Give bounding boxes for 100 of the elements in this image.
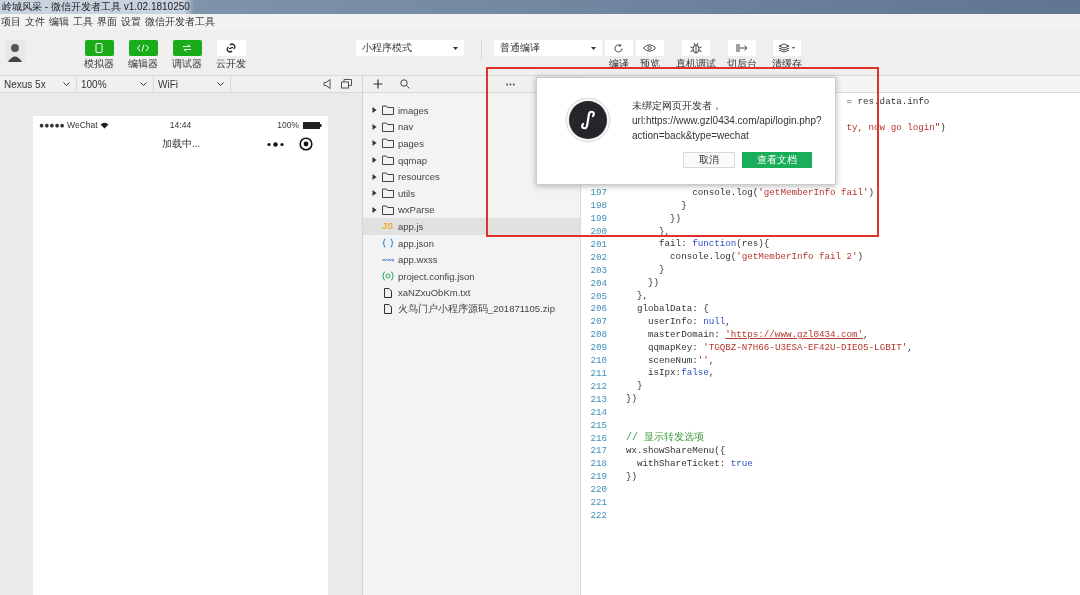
battery-icon <box>303 121 322 129</box>
file-item[interactable]: pages <box>363 135 580 152</box>
layers-icon <box>777 43 796 53</box>
eye-icon <box>643 44 656 52</box>
code-line: sceneNum:'', <box>647 354 715 367</box>
js-file-label: JS <box>382 221 394 232</box>
line-number: 213 <box>589 393 607 405</box>
mode-toggle[interactable] <box>216 40 246 56</box>
dialog-button[interactable]: 取消 <box>683 152 735 168</box>
mode-toggle[interactable] <box>84 40 114 56</box>
folder-icon <box>382 138 394 149</box>
folder-icon <box>382 171 394 182</box>
add-icon[interactable] <box>373 79 383 89</box>
dialog-message: 未绑定网页开发者， <box>632 99 723 113</box>
line-number: 207 <box>589 316 607 328</box>
compile-dropdown[interactable]: 普通编译 <box>494 40 602 56</box>
action-button[interactable] <box>604 40 633 56</box>
code-line: qqmapKey: 'TGQBZ-N7H66-U3ESA-EF42U-DIEO5-LGBIT', <box>647 341 913 354</box>
chevron-icon <box>140 82 147 86</box>
line-number: 203 <box>589 264 607 276</box>
file-item[interactable]: resources <box>363 168 580 185</box>
expand-arrow-icon[interactable] <box>372 206 377 213</box>
line-number: 222 <box>589 509 607 521</box>
battery-text: 100% <box>277 120 299 130</box>
file-item[interactable]: app.json <box>363 234 580 252</box>
code-line: } <box>636 380 643 393</box>
action-button[interactable] <box>635 40 664 56</box>
line-number: 201 <box>589 238 607 250</box>
file-item[interactable]: JS app.js <box>363 218 580 235</box>
code-line: }) <box>669 212 682 225</box>
line-number: 208 <box>589 329 607 341</box>
line-number: 221 <box>589 497 607 509</box>
code-line: withShareTicket: true <box>636 457 753 470</box>
code-line: }) <box>626 470 638 483</box>
line-number: 197 <box>589 187 607 199</box>
file-item[interactable]: wxParse <box>363 201 580 219</box>
code-line: console.log('getMemberInfo fail') <box>691 186 875 199</box>
file-item[interactable]: xaNZxuObKm.txt <box>363 284 580 302</box>
device-dropdown[interactable]: Nexus 5x <box>0 75 77 93</box>
line-number: 209 <box>589 342 607 354</box>
speaker-icon[interactable] <box>323 79 331 89</box>
line-number: 217 <box>589 445 607 457</box>
exit-icon <box>735 43 748 53</box>
action-button[interactable] <box>681 40 710 56</box>
status-time: 14:44 <box>169 120 192 130</box>
expand-arrow-icon[interactable] <box>372 123 377 130</box>
menu-item[interactable]: 界面 <box>96 15 120 29</box>
more-icon[interactable] <box>267 141 285 147</box>
tool-label: 调试器 <box>172 58 202 69</box>
menu-item[interactable]: 工具 <box>72 15 96 29</box>
mode-toggle[interactable] <box>128 40 158 56</box>
code-line: } <box>680 199 687 212</box>
network-dropdown[interactable]: WiFi <box>154 75 231 93</box>
line-number: 200 <box>589 226 607 237</box>
file-item[interactable]: utils <box>363 184 580 202</box>
wifi-icon <box>99 121 109 129</box>
close-target-icon[interactable] <box>299 137 314 151</box>
line-number: 218 <box>589 458 607 470</box>
action-button[interactable] <box>772 40 801 56</box>
code-line: globalData: { <box>636 302 709 315</box>
line-number: 205 <box>589 290 607 302</box>
avatar-icon[interactable] <box>5 40 25 62</box>
line-number: 211 <box>589 368 607 379</box>
chevron-icon <box>217 82 224 86</box>
line-number: 220 <box>589 484 607 496</box>
code-icon <box>137 44 149 52</box>
expand-arrow-icon[interactable] <box>372 107 377 114</box>
more-icon[interactable] <box>506 82 515 86</box>
menu-item[interactable]: 文件 <box>24 15 48 29</box>
mode-toggle[interactable] <box>172 40 202 56</box>
mode-dropdown[interactable]: 小程序模式 <box>356 40 464 56</box>
line-number: 202 <box>589 251 607 263</box>
expand-arrow-icon[interactable] <box>372 140 377 147</box>
expand-arrow-icon[interactable] <box>372 157 377 164</box>
file-item[interactable]: project.config.json <box>363 267 580 285</box>
zoom-dropdown[interactable]: 100% <box>77 75 154 93</box>
folder-icon <box>382 105 394 116</box>
caret-icon <box>453 46 458 50</box>
code-line: }) <box>647 277 660 290</box>
config-icon <box>382 271 394 282</box>
caret-icon <box>591 46 596 50</box>
dialog-message: url:https://www.gzl0434.com/api/login.php? <box>632 114 822 128</box>
menu-item[interactable]: 设置 <box>120 15 144 29</box>
file-item[interactable]: app.wxss <box>363 251 580 268</box>
menu-item[interactable]: 微信开发者工具 <box>144 15 218 29</box>
file-item[interactable]: nav <box>363 118 580 136</box>
file-item[interactable]: 火鸟门户小程序源码_201871105.zip <box>363 301 580 318</box>
menu-item[interactable]: 项目 <box>0 15 24 29</box>
expand-arrow-icon[interactable] <box>372 190 377 197</box>
dialog-message: action=back&type=wechat <box>632 129 750 143</box>
code-line: }, <box>636 290 649 303</box>
menu-item[interactable]: 编辑 <box>48 15 72 29</box>
file-item[interactable]: images <box>363 102 580 119</box>
expand-arrow-icon[interactable] <box>372 173 377 180</box>
line-number: 210 <box>589 355 607 367</box>
code-line: fail: function(res){ <box>658 238 770 251</box>
search-icon[interactable] <box>400 79 410 89</box>
line-number: 206 <box>589 303 607 315</box>
window-icon[interactable] <box>341 79 352 89</box>
file-item[interactable]: qqmap <box>363 151 580 169</box>
